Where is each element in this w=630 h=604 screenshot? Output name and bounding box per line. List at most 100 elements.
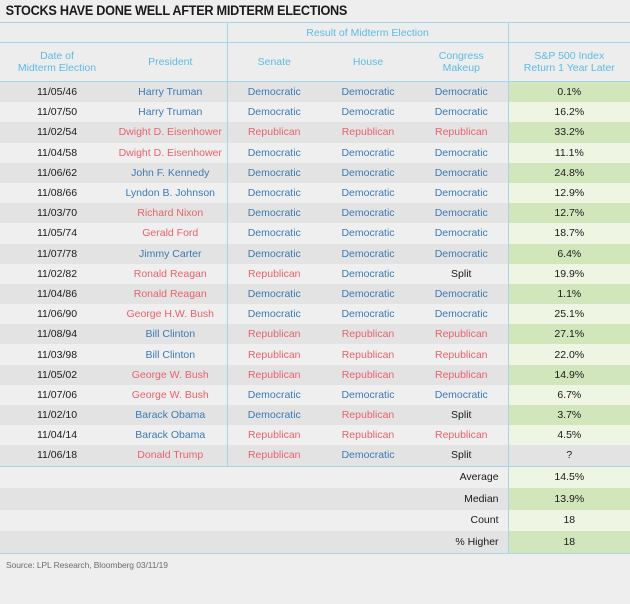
header-columns-row: Date of Midterm Election President Senat… xyxy=(0,42,630,82)
cell-date: 11/02/82 xyxy=(0,263,114,284)
cell-house: Democratic xyxy=(321,81,415,103)
header-spacer-right xyxy=(507,23,630,43)
cell-president: Barack Obama xyxy=(114,405,227,426)
cell-president: Donald Trump xyxy=(114,445,227,467)
cell-return: 6.7% xyxy=(507,384,630,405)
summary-label: Average xyxy=(415,466,509,489)
cell-congress: Republican xyxy=(415,425,509,446)
cell-house: Democratic xyxy=(321,142,415,163)
summary-spacer xyxy=(321,509,415,532)
cell-congress: Split xyxy=(415,445,509,467)
cell-congress: Democratic xyxy=(415,203,509,224)
header-group-result: Result of Midterm Election xyxy=(226,23,509,43)
cell-return: 25.1% xyxy=(507,304,630,325)
table-row: 11/07/06 George W. Bush Democratic Democrat… xyxy=(0,384,630,405)
cell-date: 11/06/18 xyxy=(0,445,114,467)
cell-return: 12.7% xyxy=(507,203,630,224)
summary-spacer xyxy=(0,531,114,554)
header-group-row: Result of Midterm Election xyxy=(0,23,630,43)
table-row: 11/08/66 Lyndon B. Johnson Democratic Democ… xyxy=(0,182,630,204)
table-row: 11/03/98 Bill Clinton Republican Republican… xyxy=(0,344,630,365)
cell-senate: Republican xyxy=(226,344,321,365)
column-header-date-line1: Date of xyxy=(40,49,74,62)
cell-house: Democratic xyxy=(321,223,415,244)
cell-house: Republican xyxy=(321,324,415,345)
column-header-congress-line2: Makeup xyxy=(442,62,480,74)
cell-congress: Split xyxy=(415,263,509,284)
cell-senate: Republican xyxy=(226,425,321,446)
summary-label: % Higher xyxy=(415,531,509,554)
table-row: 11/07/78 Jimmy Carter Democratic Democratic… xyxy=(0,243,630,264)
cell-house: Republican xyxy=(321,364,415,385)
cell-president: Lyndon B. Johnson xyxy=(114,182,227,204)
column-header-congress-line1: Congress xyxy=(438,49,484,62)
column-header-senate: Senate xyxy=(226,42,321,82)
cell-senate: Democratic xyxy=(226,283,321,305)
cell-president: Bill Clinton xyxy=(114,324,227,345)
cell-house: Democratic xyxy=(321,102,415,123)
table-row: 11/02/54 Dwight D. Eisenhower Republican Re… xyxy=(0,122,630,143)
table-row: 11/03/70 Richard Nixon Democratic Democrati… xyxy=(0,203,630,224)
cell-return: ? xyxy=(507,445,630,467)
cell-senate: Republican xyxy=(226,445,321,467)
header-spacer-left2 xyxy=(114,23,227,43)
cell-date: 11/04/14 xyxy=(0,425,114,446)
cell-senate: Democratic xyxy=(226,142,321,163)
cell-senate: Democratic xyxy=(226,223,321,244)
cell-house: Republican xyxy=(321,344,415,365)
summary-value: 18 xyxy=(507,531,630,554)
column-header-house: House xyxy=(321,42,415,82)
cell-date: 11/08/94 xyxy=(0,324,114,345)
cell-house: Republican xyxy=(321,425,415,446)
table-row: 11/06/62 John F. Kennedy Democratic Democra… xyxy=(0,162,630,183)
table-body: 11/05/46 Harry Truman Democratic Democratic… xyxy=(0,81,630,467)
summary-spacer xyxy=(321,466,415,489)
table-row: 11/02/82 Ronald Reagan Republican Democrati… xyxy=(0,263,630,284)
cell-date: 11/03/70 xyxy=(0,203,114,224)
cell-house: Democratic xyxy=(321,162,415,183)
cell-house: Democratic xyxy=(321,263,415,284)
data-table: Result of Midterm Election Date of Midte… xyxy=(0,23,630,554)
cell-senate: Democratic xyxy=(226,304,321,325)
summary-spacer xyxy=(321,531,415,554)
cell-president: Dwight D. Eisenhower xyxy=(114,122,227,143)
summary-spacer xyxy=(0,488,114,510)
summary-value: 18 xyxy=(507,509,630,532)
summary-spacer xyxy=(114,488,227,510)
summary-row: Count 18 xyxy=(0,509,630,532)
cell-congress: Democratic xyxy=(415,182,509,204)
summary-label: Count xyxy=(415,509,509,532)
cell-return: 33.2% xyxy=(507,122,630,143)
cell-return: 27.1% xyxy=(507,324,630,345)
cell-congress: Democratic xyxy=(415,243,509,264)
cell-president: John F. Kennedy xyxy=(114,162,227,183)
cell-date: 11/03/98 xyxy=(0,344,114,365)
summary-value: 14.5% xyxy=(507,466,630,489)
midterm-elections-table: Result of Midterm Election Date of Midte… xyxy=(0,22,630,554)
cell-return: 6.4% xyxy=(507,243,630,264)
cell-date: 11/06/90 xyxy=(0,304,114,325)
cell-president: Ronald Reagan xyxy=(114,283,227,305)
cell-congress: Democratic xyxy=(415,283,509,305)
summary-spacer xyxy=(114,466,227,489)
cell-president: George W. Bush xyxy=(114,384,227,405)
cell-house: Democratic xyxy=(321,243,415,264)
summary-spacer xyxy=(227,531,321,554)
summary-spacer xyxy=(321,488,415,510)
cell-congress: Democratic xyxy=(415,81,509,103)
summary-spacer xyxy=(114,509,227,532)
cell-president: Harry Truman xyxy=(114,81,227,103)
cell-president: Harry Truman xyxy=(114,102,227,123)
cell-date: 11/07/78 xyxy=(0,243,114,264)
column-header-return-line1: S&P 500 Index xyxy=(534,49,605,62)
cell-congress: Democratic xyxy=(415,223,509,244)
column-header-date-line2: Midterm Election xyxy=(17,62,97,74)
column-header-date: Date of Midterm Election xyxy=(0,42,114,82)
summary-body: Average 14.5% Median 13.9% Count 18% Higher 18 xyxy=(0,466,630,554)
chart-page: STOCKS HAVE DONE WELL AFTER MIDTERM ELEC… xyxy=(0,0,630,604)
cell-congress: Republican xyxy=(415,344,509,365)
column-header-president: President xyxy=(114,42,227,82)
cell-house: Democratic xyxy=(321,445,415,467)
cell-date: 11/05/46 xyxy=(0,81,114,103)
cell-return: 3.7% xyxy=(507,405,630,426)
